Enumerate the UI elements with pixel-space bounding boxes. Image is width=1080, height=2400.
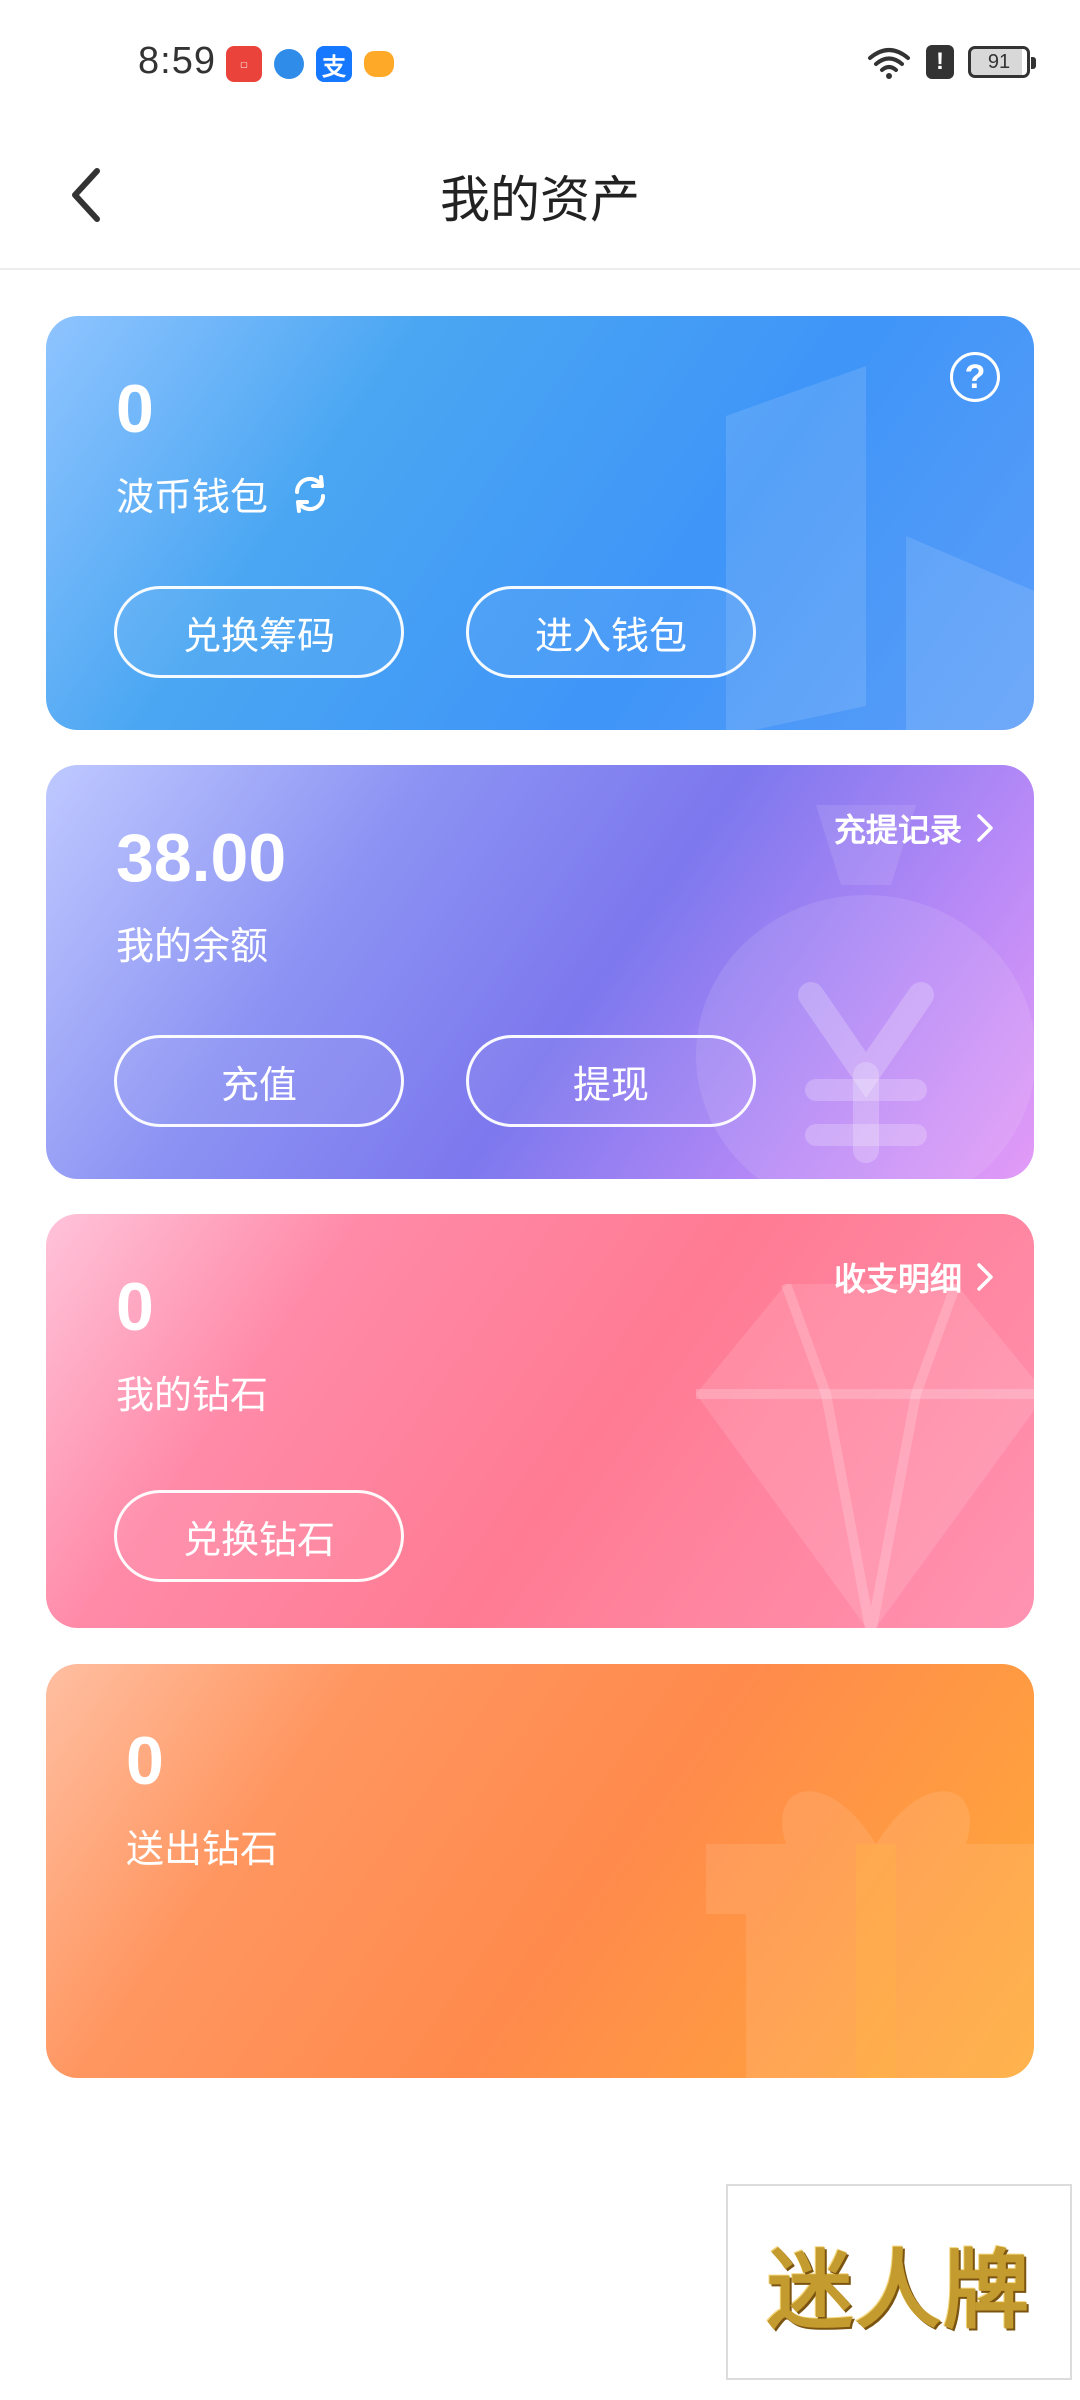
diamond-watermark-icon	[696, 1284, 1034, 1628]
huawei-store-icon: ▢	[226, 46, 262, 82]
wallet-watermark-icon	[726, 366, 1034, 730]
refresh-icon[interactable]	[288, 472, 332, 516]
balance-label: 我的余额	[116, 926, 269, 968]
chevron-right-icon	[977, 814, 993, 842]
gift-watermark-icon	[706, 1791, 1034, 2078]
exchange-diamonds-button[interactable]: 兑换钻石	[114, 1490, 404, 1582]
wifi-icon	[868, 48, 910, 79]
wallet-card: 0 波币钱包 ? 兑换筹码 进入钱包	[46, 316, 1034, 730]
exchange-chips-button[interactable]: 兑换筹码	[114, 586, 404, 678]
diamond-label: 我的钻石	[116, 1375, 269, 1417]
watermark-text: 迷人牌	[767, 2239, 1031, 2341]
help-icon[interactable]: ?	[950, 352, 1000, 402]
status-app-icons: ▢ 支	[226, 46, 394, 82]
sent-diamonds-card: 0 送出钻石	[46, 1664, 1034, 2078]
game-app-icon	[364, 51, 394, 77]
alipay-icon: 支	[316, 46, 352, 82]
nav-bar: 我的资产	[0, 120, 1080, 270]
chevron-right-icon	[977, 1263, 993, 1291]
balance-amount: 38.00	[116, 820, 287, 896]
enter-wallet-button[interactable]: 进入钱包	[466, 586, 756, 678]
recharge-button[interactable]: 充值	[114, 1035, 404, 1127]
wallet-amount: 0	[116, 371, 154, 447]
status-indicators: ! 91	[866, 44, 1036, 80]
withdraw-button[interactable]: 提现	[466, 1035, 756, 1127]
sent-diamonds-label: 送出钻石	[126, 1829, 279, 1871]
watermark-logo: 迷人牌	[726, 2184, 1072, 2380]
wallet-label-row: 波币钱包	[116, 466, 332, 521]
balance-card: 38.00 我的余额 充提记录 充值 提现	[46, 765, 1034, 1179]
diamond-card: 0 我的钻石 收支明细 兑换钻石	[46, 1214, 1034, 1628]
browser-icon	[274, 49, 304, 79]
sent-diamonds-amount: 0	[126, 1723, 164, 1799]
page-title: 我的资产	[440, 172, 640, 228]
battery-icon: 91	[968, 46, 1036, 78]
recharge-records-label: 充提记录	[833, 812, 962, 848]
recharge-records-link[interactable]: 充提记录	[834, 805, 994, 851]
status-time: 8:59	[138, 40, 216, 82]
wallet-label: 波币钱包	[116, 477, 269, 519]
money-bag-watermark-icon	[696, 805, 1034, 1179]
income-expense-label: 收支明细	[833, 1261, 962, 1297]
income-expense-link[interactable]: 收支明细	[834, 1254, 994, 1300]
diamond-amount: 0	[116, 1269, 154, 1345]
status-bar: 8:59 ▢ 支 ! 91	[0, 0, 1080, 120]
alert-icon: !	[926, 45, 954, 79]
